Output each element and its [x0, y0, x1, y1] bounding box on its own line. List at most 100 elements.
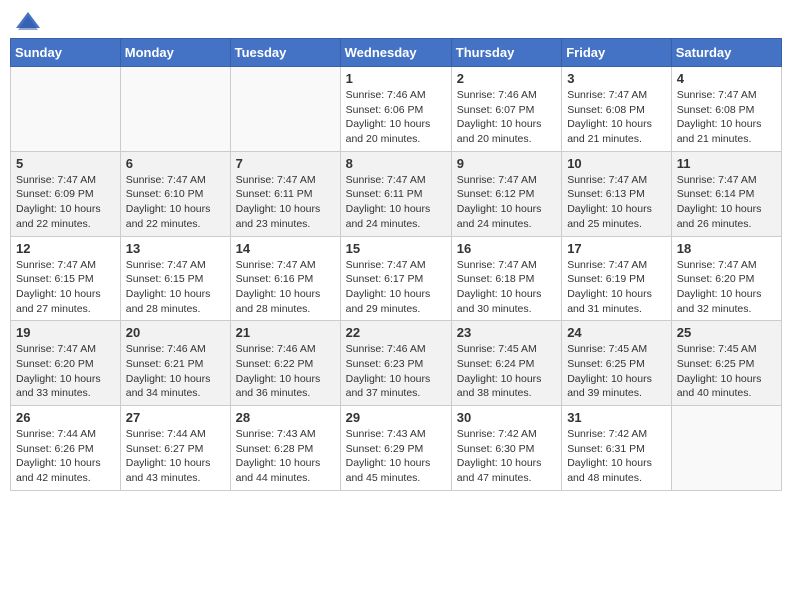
day-info: Sunrise: 7:46 AMSunset: 6:21 PMDaylight:… [126, 342, 225, 401]
day-cell: 19Sunrise: 7:47 AMSunset: 6:20 PMDayligh… [11, 321, 121, 406]
day-info: Sunrise: 7:46 AMSunset: 6:22 PMDaylight:… [236, 342, 335, 401]
day-info: Sunrise: 7:43 AMSunset: 6:28 PMDaylight:… [236, 427, 335, 486]
day-info: Sunrise: 7:47 AMSunset: 6:13 PMDaylight:… [567, 173, 666, 232]
day-cell: 25Sunrise: 7:45 AMSunset: 6:25 PMDayligh… [671, 321, 781, 406]
week-row-5: 26 Sunrise: 7:44 AMSunset: 6:26 PMDayligh… [11, 406, 782, 491]
calendar: SundayMondayTuesdayWednesdayThursdayFrid… [10, 38, 782, 491]
day-info: Sunrise: 7:47 AMSunset: 6:19 PMDaylight:… [567, 258, 666, 317]
weekday-header-saturday: Saturday [671, 39, 781, 67]
day-cell: 21 Sunrise: 7:46 AMSunset: 6:22 PMDayligh… [230, 321, 340, 406]
day-number: 31 [567, 410, 666, 425]
day-cell: 12 Sunrise: 7:47 AMSunset: 6:15 PMDayligh… [11, 236, 121, 321]
logo-icon [14, 10, 38, 30]
day-number: 4 [677, 71, 776, 86]
day-cell: 8 Sunrise: 7:47 AMSunset: 6:11 PMDaylight… [340, 151, 451, 236]
day-cell: 17 Sunrise: 7:47 AMSunset: 6:19 PMDayligh… [562, 236, 672, 321]
day-cell: 9 Sunrise: 7:47 AMSunset: 6:12 PMDaylight… [451, 151, 561, 236]
day-info: Sunrise: 7:47 AMSunset: 6:15 PMDaylight:… [126, 258, 225, 317]
week-row-1: 1Sunrise: 7:46 AMSunset: 6:06 PMDaylight… [11, 67, 782, 152]
day-number: 22 [346, 325, 446, 340]
day-number: 13 [126, 241, 225, 256]
day-number: 24 [567, 325, 666, 340]
day-info: Sunrise: 7:47 AMSunset: 6:12 PMDaylight:… [457, 173, 556, 232]
day-number: 8 [346, 156, 446, 171]
day-number: 23 [457, 325, 556, 340]
day-cell: 14 Sunrise: 7:47 AMSunset: 6:16 PMDayligh… [230, 236, 340, 321]
day-cell: 2Sunrise: 7:46 AMSunset: 6:07 PMDaylight… [451, 67, 561, 152]
week-row-2: 5 Sunrise: 7:47 AMSunset: 6:09 PMDaylight… [11, 151, 782, 236]
day-cell: 26 Sunrise: 7:44 AMSunset: 6:26 PMDayligh… [11, 406, 121, 491]
weekday-header-wednesday: Wednesday [340, 39, 451, 67]
week-row-3: 12 Sunrise: 7:47 AMSunset: 6:15 PMDayligh… [11, 236, 782, 321]
day-cell: 3 Sunrise: 7:47 AMSunset: 6:08 PMDaylight… [562, 67, 672, 152]
day-number: 3 [567, 71, 666, 86]
day-cell: 30Sunrise: 7:42 AMSunset: 6:30 PMDayligh… [451, 406, 561, 491]
weekday-header-friday: Friday [562, 39, 672, 67]
day-cell: 10 Sunrise: 7:47 AMSunset: 6:13 PMDayligh… [562, 151, 672, 236]
day-number: 20 [126, 325, 225, 340]
day-cell: 27 Sunrise: 7:44 AMSunset: 6:27 PMDayligh… [120, 406, 230, 491]
day-info: Sunrise: 7:47 AMSunset: 6:08 PMDaylight:… [677, 88, 776, 147]
day-info: Sunrise: 7:47 AMSunset: 6:14 PMDaylight:… [677, 173, 776, 232]
day-info: Sunrise: 7:45 AMSunset: 6:24 PMDaylight:… [457, 342, 556, 401]
day-number: 26 [16, 410, 115, 425]
day-cell: 7Sunrise: 7:47 AMSunset: 6:11 PMDaylight… [230, 151, 340, 236]
day-info: Sunrise: 7:47 AMSunset: 6:11 PMDaylight:… [236, 173, 335, 232]
day-info: Sunrise: 7:47 AMSunset: 6:20 PMDaylight:… [677, 258, 776, 317]
day-info: Sunrise: 7:44 AMSunset: 6:27 PMDaylight:… [126, 427, 225, 486]
day-number: 11 [677, 156, 776, 171]
day-cell [230, 67, 340, 152]
day-info: Sunrise: 7:46 AMSunset: 6:07 PMDaylight:… [457, 88, 556, 147]
day-info: Sunrise: 7:47 AMSunset: 6:18 PMDaylight:… [457, 258, 556, 317]
day-number: 9 [457, 156, 556, 171]
day-cell [11, 67, 121, 152]
day-cell: 28 Sunrise: 7:43 AMSunset: 6:28 PMDayligh… [230, 406, 340, 491]
day-number: 29 [346, 410, 446, 425]
day-info: Sunrise: 7:44 AMSunset: 6:26 PMDaylight:… [16, 427, 115, 486]
day-cell: 22Sunrise: 7:46 AMSunset: 6:23 PMDayligh… [340, 321, 451, 406]
day-info: Sunrise: 7:47 AMSunset: 6:17 PMDaylight:… [346, 258, 446, 317]
day-info: Sunrise: 7:45 AMSunset: 6:25 PMDaylight:… [567, 342, 666, 401]
day-info: Sunrise: 7:47 AMSunset: 6:09 PMDaylight:… [16, 173, 115, 232]
day-number: 10 [567, 156, 666, 171]
weekday-header-thursday: Thursday [451, 39, 561, 67]
day-number: 14 [236, 241, 335, 256]
day-cell: 1Sunrise: 7:46 AMSunset: 6:06 PMDaylight… [340, 67, 451, 152]
logo [14, 10, 42, 30]
day-number: 25 [677, 325, 776, 340]
day-cell: 5 Sunrise: 7:47 AMSunset: 6:09 PMDaylight… [11, 151, 121, 236]
day-cell: 29 Sunrise: 7:43 AMSunset: 6:29 PMDayligh… [340, 406, 451, 491]
day-info: Sunrise: 7:42 AMSunset: 6:30 PMDaylight:… [457, 427, 556, 486]
day-number: 6 [126, 156, 225, 171]
day-number: 21 [236, 325, 335, 340]
day-cell: 15 Sunrise: 7:47 AMSunset: 6:17 PMDayligh… [340, 236, 451, 321]
week-row-4: 19Sunrise: 7:47 AMSunset: 6:20 PMDayligh… [11, 321, 782, 406]
weekday-header-tuesday: Tuesday [230, 39, 340, 67]
day-cell: 6 Sunrise: 7:47 AMSunset: 6:10 PMDaylight… [120, 151, 230, 236]
day-info: Sunrise: 7:43 AMSunset: 6:29 PMDaylight:… [346, 427, 446, 486]
weekday-header-sunday: Sunday [11, 39, 121, 67]
day-number: 16 [457, 241, 556, 256]
day-info: Sunrise: 7:47 AMSunset: 6:15 PMDaylight:… [16, 258, 115, 317]
day-number: 12 [16, 241, 115, 256]
day-number: 27 [126, 410, 225, 425]
day-number: 18 [677, 241, 776, 256]
day-number: 5 [16, 156, 115, 171]
day-number: 15 [346, 241, 446, 256]
header [10, 10, 782, 30]
day-cell: 16 Sunrise: 7:47 AMSunset: 6:18 PMDayligh… [451, 236, 561, 321]
day-info: Sunrise: 7:47 AMSunset: 6:08 PMDaylight:… [567, 88, 666, 147]
day-info: Sunrise: 7:42 AMSunset: 6:31 PMDaylight:… [567, 427, 666, 486]
weekday-header-monday: Monday [120, 39, 230, 67]
weekday-header-row: SundayMondayTuesdayWednesdayThursdayFrid… [11, 39, 782, 67]
day-info: Sunrise: 7:47 AMSunset: 6:10 PMDaylight:… [126, 173, 225, 232]
day-cell: 31 Sunrise: 7:42 AMSunset: 6:31 PMDayligh… [562, 406, 672, 491]
day-number: 28 [236, 410, 335, 425]
day-cell: 11 Sunrise: 7:47 AMSunset: 6:14 PMDayligh… [671, 151, 781, 236]
day-info: Sunrise: 7:47 AMSunset: 6:16 PMDaylight:… [236, 258, 335, 317]
day-cell [671, 406, 781, 491]
day-info: Sunrise: 7:47 AMSunset: 6:11 PMDaylight:… [346, 173, 446, 232]
day-cell: 20 Sunrise: 7:46 AMSunset: 6:21 PMDayligh… [120, 321, 230, 406]
day-info: Sunrise: 7:46 AMSunset: 6:06 PMDaylight:… [346, 88, 446, 147]
day-number: 17 [567, 241, 666, 256]
